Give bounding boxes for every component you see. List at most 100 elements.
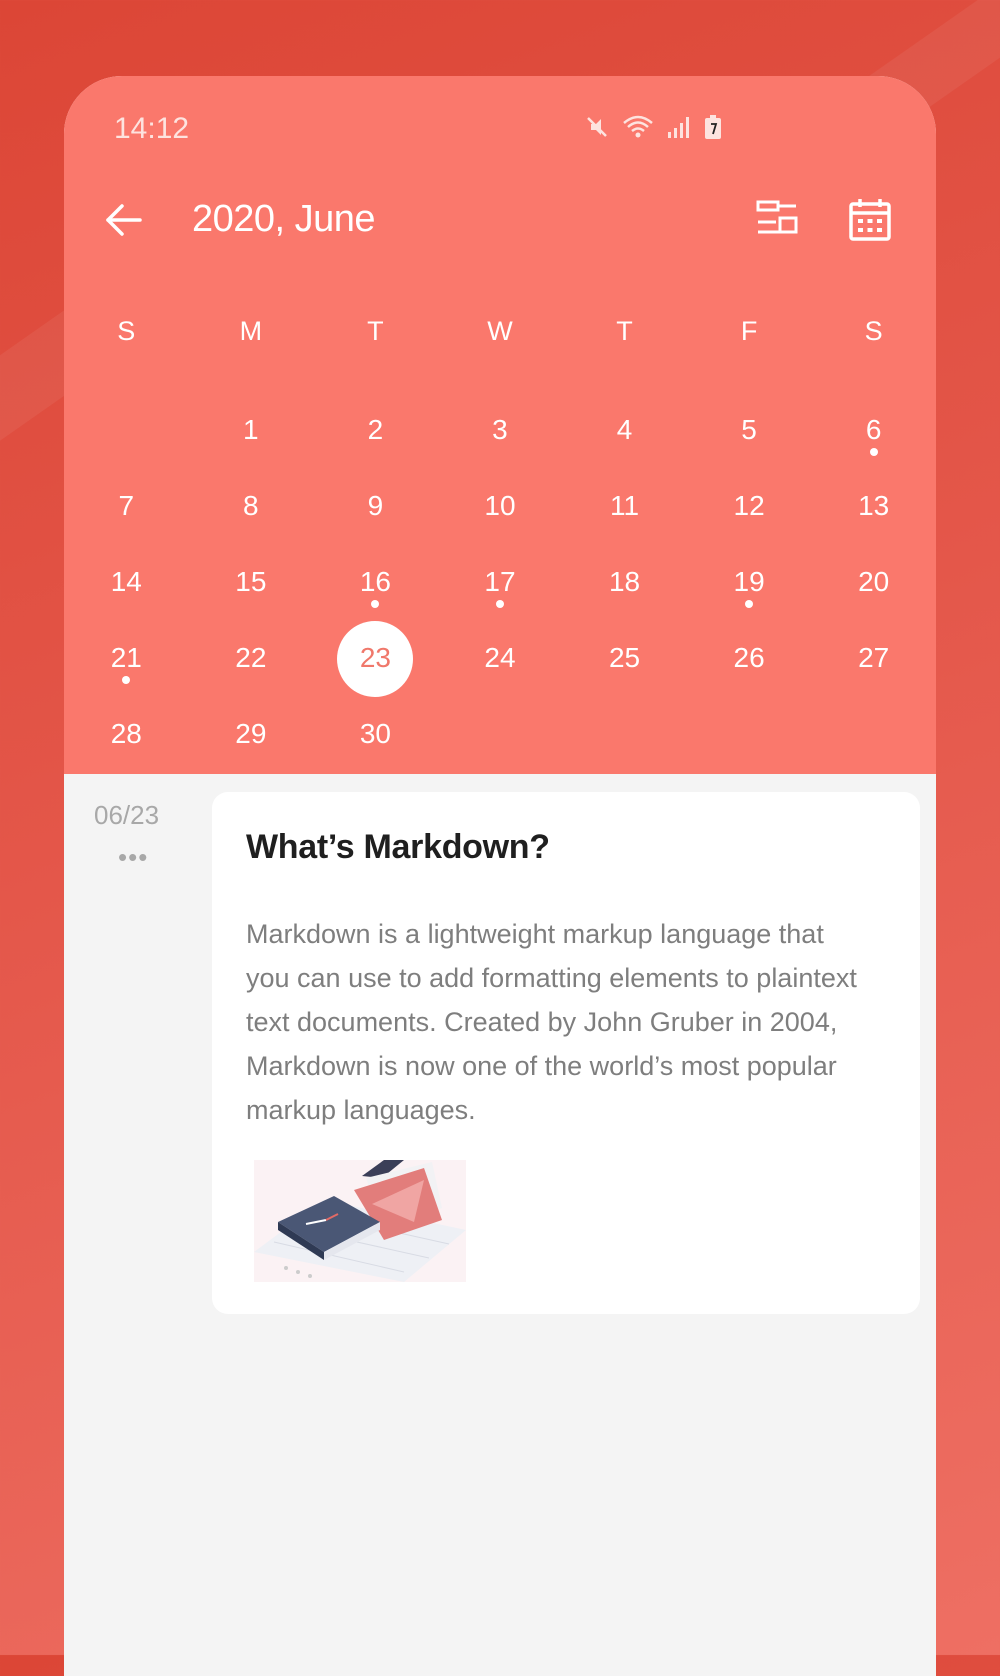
calendar-weeks: 1 2 3 4 5 6 7 8 9 10 11 12 13 14 15 16 17 18 19 20 21 22 23 24 2… [64,392,936,772]
back-arrow-icon[interactable] [102,198,146,242]
weekday-label: T [313,316,438,392]
calendar-day-1[interactable]: 1 [189,392,314,468]
weekday-label: M [189,316,314,392]
day-number: 2 [367,414,384,445]
calendar-empty-cell [687,696,812,772]
calendar-day-8[interactable]: 8 [189,468,314,544]
weekday-row: SMTWTFS [64,316,936,392]
day-number: 1 [243,414,259,445]
calendar-day-16[interactable]: 16 [313,544,438,620]
day-number: 8 [243,490,259,521]
weekday-text: T [367,316,384,346]
calendar-day-21[interactable]: 21 [64,620,189,696]
calendar-day-11[interactable]: 11 [562,468,687,544]
calendar-day-28[interactable]: 28 [64,696,189,772]
day-number: 13 [858,490,890,521]
day-number: 27 [858,642,890,673]
calendar-empty-cell [438,696,563,772]
calendar-week-row: 28 29 30 [64,696,936,772]
weekday-text: S [864,316,883,346]
wifi-icon [623,115,653,138]
weekday-label: W [438,316,563,392]
calendar-empty-cell [811,696,936,772]
day-number: 18 [608,566,641,597]
weekday-text: W [487,316,513,346]
weekday-text: F [740,316,758,346]
weekday-text: S [117,316,136,346]
calendar-day-13[interactable]: 13 [811,468,936,544]
weekday-label: S [64,316,189,392]
entry-body: Markdown is a lightweight markup languag… [246,919,857,1125]
calendar-day-12[interactable]: 12 [687,468,812,544]
weekday-label: S [811,316,936,392]
day-number: 12 [733,490,765,521]
day-number: 11 [609,490,640,521]
calendar-icon[interactable] [848,198,892,242]
calendar-grid: SMTWTFS 1 2 3 4 5 6 7 8 9 10 11 12 13 14 15 16 17 18 19 20 2… [64,316,936,772]
day-number: 15 [235,566,267,597]
day-number: 21 [110,642,142,673]
calendar-day-29[interactable]: 29 [189,696,314,772]
entry-date: 06/23 [94,800,160,830]
calendar-empty-cell [562,696,687,772]
calendar-day-10[interactable]: 10 [438,468,563,544]
calendar-day-30[interactable]: 30 [313,696,438,772]
calendar-day-4[interactable]: 4 [562,392,687,468]
calendar-day-15[interactable]: 15 [189,544,314,620]
day-number: 10 [484,490,516,521]
signal-icon [668,117,689,138]
calendar-day-7[interactable]: 7 [64,468,189,544]
entry-indicator-dot [869,448,878,456]
weekday-text: T [616,316,633,346]
day-number: 3 [492,414,508,445]
weekday-label: T [562,316,687,392]
calendar-week-row: 1 2 3 4 5 6 [64,392,936,468]
weekday-label: F [687,316,812,392]
day-number: 17 [484,566,516,597]
calendar-day-27[interactable]: 27 [811,620,936,696]
calendar-day-26[interactable]: 26 [687,620,812,696]
day-number: 29 [235,718,267,749]
more-options-icon[interactable]: ••• [118,842,148,873]
day-number: 25 [608,642,641,673]
phone-screen: 14:12 2020, June S M T W T F S 1 2 3 4 5… [64,76,936,1676]
calendar-day-14[interactable]: 14 [64,544,189,620]
weekday-text: M [239,316,263,346]
day-number: 26 [733,642,765,673]
day-number: 14 [110,566,142,597]
day-number: 4 [616,414,633,445]
entry-thumbnail-image [254,1160,466,1282]
entry-card[interactable]: What’s Markdown? Markdown is a lightweig… [212,792,920,1314]
day-number: 28 [110,718,142,749]
day-number: 22 [235,642,267,673]
day-number: 30 [359,718,391,749]
status-time: 14:12 [114,112,190,145]
day-number: 24 [484,642,516,673]
calendar-day-18[interactable]: 18 [562,544,687,620]
calendar-header: 14:12 2020, June S M T W T F S 1 2 3 4 5… [64,76,936,774]
page-title: 2020, June [192,198,376,240]
calendar-day-5[interactable]: 5 [687,392,812,468]
calendar-day-6[interactable]: 6 [811,392,936,468]
calendar-day-2[interactable]: 2 [313,392,438,468]
day-number: 6 [865,414,882,445]
calendar-day-24[interactable]: 24 [438,620,563,696]
calendar-week-row: 14 15 16 17 18 19 20 [64,544,936,620]
day-number: 7 [118,490,135,521]
entry-indicator-dot [495,600,504,608]
calendar-day-20[interactable]: 20 [811,544,936,620]
view-toggle-icon[interactable] [754,196,800,242]
day-number: 19 [733,566,765,597]
calendar-day-19[interactable]: 19 [687,544,812,620]
calendar-week-row: 21 22 23 24 25 26 27 [64,620,936,697]
calendar-day-17[interactable]: 17 [438,544,563,620]
day-number: 16 [359,566,391,597]
calendar-day-25[interactable]: 25 [562,620,687,696]
calendar-day-3[interactable]: 3 [438,392,563,468]
calendar-day-22[interactable]: 22 [189,620,314,696]
calendar-day-23[interactable]: 23 [313,620,438,697]
battery-icon [705,115,721,139]
mute-icon [587,117,607,137]
calendar-day-9[interactable]: 9 [313,468,438,544]
status-icons [584,114,722,140]
